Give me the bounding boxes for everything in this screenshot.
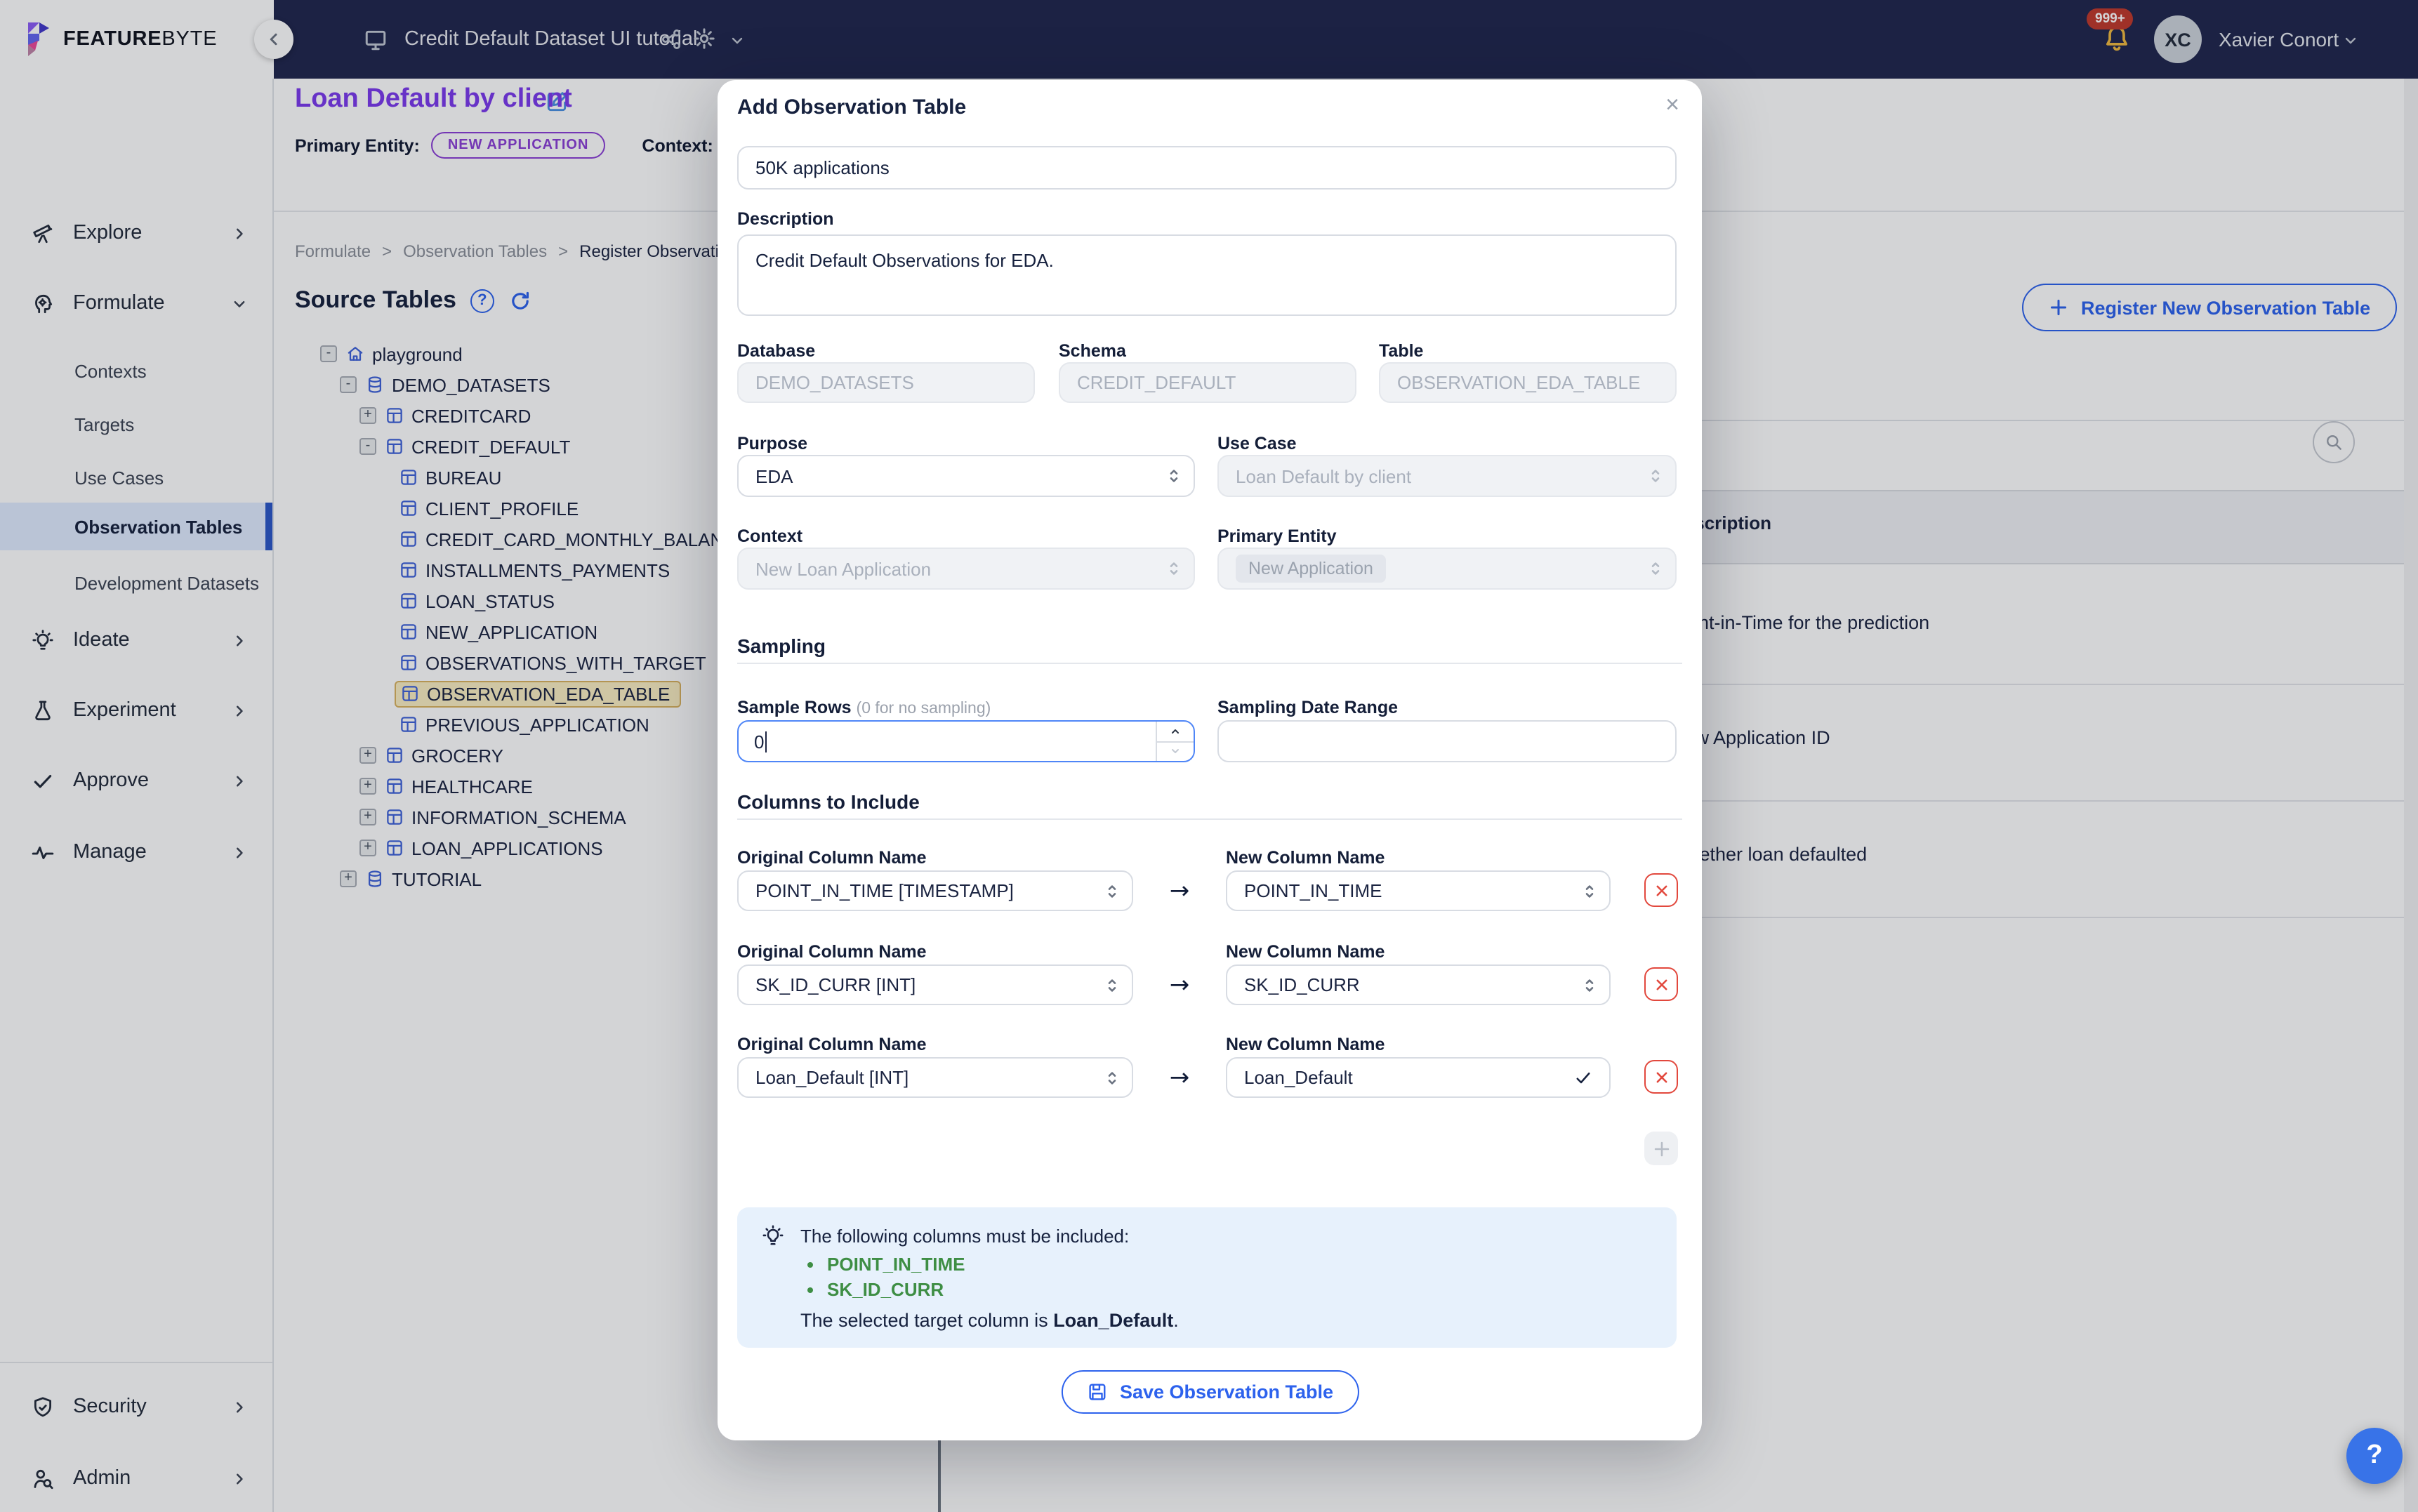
description-textarea[interactable] [737, 234, 1677, 316]
original-column-label: Original Column Name [737, 942, 927, 962]
name-input[interactable] [737, 146, 1677, 190]
original-column-select[interactable]: POINT_IN_TIME [TIMESTAMP] [737, 870, 1133, 911]
schema-label: Schema [1059, 341, 1126, 361]
context-select: New Loan Application [737, 548, 1195, 590]
help-button[interactable]: ? [2346, 1428, 2403, 1484]
new-column-select[interactable]: SK_ID_CURR [1226, 964, 1611, 1005]
info-line: The following columns must be included: [800, 1226, 1129, 1247]
original-column-select[interactable]: Loan_Default [INT] [737, 1057, 1133, 1098]
original-column-label: Original Column Name [737, 1035, 927, 1054]
description-label: Description [737, 209, 834, 229]
stepper-down-button[interactable] [1157, 741, 1194, 761]
new-column-label: New Column Name [1226, 1035, 1385, 1054]
save-observation-table-button[interactable]: Save Observation Table [1061, 1370, 1359, 1414]
primary-entity-chip: New Application [1236, 555, 1386, 583]
text-cursor [765, 731, 767, 752]
arrow-right-icon: → [1160, 877, 1199, 906]
table-label: Table [1379, 341, 1423, 361]
valid-check-icon [1573, 1069, 1594, 1086]
use-case-select: Loan Default by client [1217, 455, 1677, 497]
new-column-label: New Column Name [1226, 942, 1385, 962]
stepper-up-button[interactable] [1157, 722, 1194, 741]
schema-field: CREDIT_DEFAULT [1059, 362, 1356, 403]
section-divider [737, 663, 1682, 664]
sample-rows-input[interactable]: 0 [737, 720, 1195, 762]
sampling-header: Sampling [737, 635, 826, 657]
number-stepper [1156, 722, 1194, 761]
save-icon [1086, 1381, 1107, 1402]
select-chevrons-icon [1649, 559, 1663, 578]
original-column-label: Original Column Name [737, 848, 927, 868]
target-column-name: Loan_Default [1053, 1310, 1173, 1331]
select-chevrons-icon [1649, 466, 1663, 486]
section-divider [737, 818, 1682, 820]
sample-rows-label: Sample Rows (0 for no sampling) [737, 698, 991, 717]
columns-to-include-header: Columns to Include [737, 790, 920, 813]
add-observation-table-modal: Add Observation Table × Description Data… [718, 80, 1702, 1440]
remove-column-button[interactable] [1644, 1060, 1678, 1094]
original-column-select[interactable]: SK_ID_CURR [INT] [737, 964, 1133, 1005]
app-root: Credit Default Dataset UI tutorial 999+ … [0, 0, 2418, 1512]
add-column-button[interactable] [1644, 1132, 1678, 1165]
arrow-right-icon: → [1160, 971, 1199, 1000]
close-icon[interactable]: × [1665, 91, 1679, 119]
new-column-select[interactable]: POINT_IN_TIME [1226, 870, 1611, 911]
table-field: OBSERVATION_EDA_TABLE [1379, 362, 1677, 403]
modal-title: Add Observation Table [737, 95, 966, 119]
primary-entity-select: New Application [1217, 548, 1677, 590]
remove-column-button[interactable] [1644, 873, 1678, 907]
use-case-label: Use Case [1217, 434, 1297, 453]
new-column-label: New Column Name [1226, 848, 1385, 868]
arrow-right-icon: → [1160, 1064, 1199, 1092]
context-label: Context [737, 526, 802, 546]
select-chevrons-icon [1167, 466, 1181, 486]
purpose-label: Purpose [737, 434, 807, 453]
lightbulb-icon [761, 1224, 785, 1248]
select-chevrons-icon [1167, 559, 1181, 578]
purpose-select[interactable]: EDA [737, 455, 1195, 497]
required-columns-infobox: The following columns must be included: … [737, 1207, 1677, 1348]
required-column: SK_ID_CURR [807, 1279, 944, 1300]
remove-column-button[interactable] [1644, 967, 1678, 1001]
required-column: POINT_IN_TIME [807, 1254, 965, 1275]
date-range-label: Sampling Date Range [1217, 698, 1398, 717]
target-column-line: The selected target column is Loan_Defau… [800, 1310, 1179, 1331]
primary-entity-label: Primary Entity [1217, 526, 1337, 546]
new-column-select[interactable]: Loan_Default [1226, 1057, 1611, 1098]
database-label: Database [737, 341, 815, 361]
sampling-date-range-input[interactable] [1217, 720, 1677, 762]
database-field: DEMO_DATASETS [737, 362, 1035, 403]
sample-rows-hint: (0 for no sampling) [857, 701, 991, 717]
